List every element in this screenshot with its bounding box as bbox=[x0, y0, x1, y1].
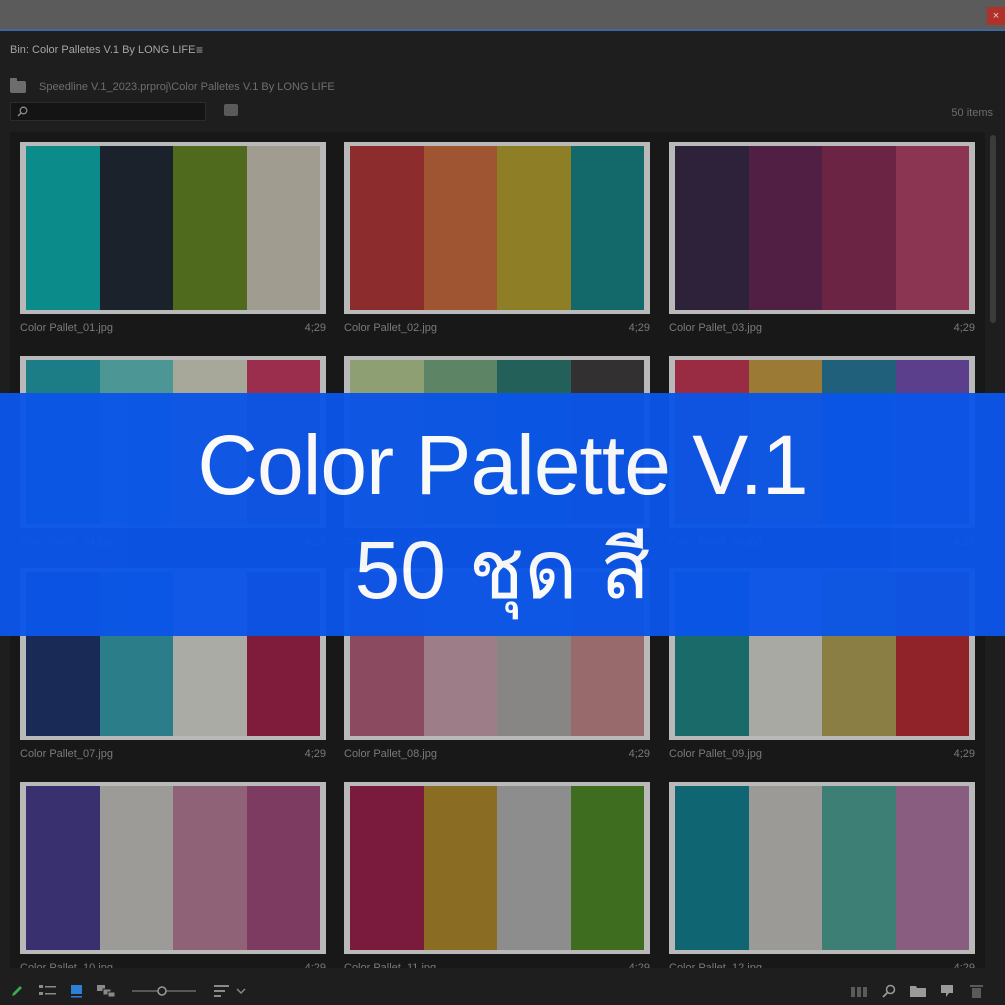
clip-tile[interactable]: Color Pallet_03.jpg 4;29 bbox=[669, 142, 975, 342]
color-swatch bbox=[173, 146, 247, 310]
clip-duration: 4;29 bbox=[953, 748, 975, 760]
clip-info: Color Pallet_02.jpg 4;29 bbox=[344, 322, 650, 342]
color-swatch bbox=[423, 786, 497, 950]
color-swatch bbox=[26, 786, 100, 950]
color-swatch bbox=[748, 146, 822, 310]
clip-name: Color Pallet_01.jpg bbox=[20, 322, 113, 334]
color-swatch bbox=[497, 146, 571, 310]
automate-icon[interactable] bbox=[850, 984, 868, 998]
new-item-icon[interactable] bbox=[940, 984, 954, 998]
color-swatch bbox=[246, 146, 320, 310]
freeform-view-icon[interactable] bbox=[96, 984, 116, 998]
search-input[interactable] bbox=[10, 102, 206, 121]
chevron-down-icon[interactable] bbox=[236, 984, 246, 998]
color-swatch bbox=[895, 786, 969, 950]
color-swatch bbox=[99, 146, 173, 310]
color-swatch bbox=[570, 786, 644, 950]
color-swatch bbox=[570, 146, 644, 310]
clip-info: Color Pallet_12.jpg 4;29 bbox=[669, 962, 975, 968]
clip-info: Color Pallet_10.jpg 4;29 bbox=[20, 962, 326, 968]
color-swatch bbox=[99, 786, 173, 950]
pencil-icon[interactable] bbox=[10, 984, 24, 998]
icon-view-icon[interactable] bbox=[70, 984, 84, 998]
color-swatch bbox=[895, 146, 969, 310]
clip-duration: 4;29 bbox=[304, 322, 326, 334]
clip-name: Color Pallet_10.jpg bbox=[20, 962, 113, 968]
hamburger-icon[interactable]: ≡ bbox=[196, 43, 203, 57]
scrollbar[interactable] bbox=[990, 135, 996, 323]
clip-thumbnail[interactable] bbox=[669, 142, 975, 314]
close-icon[interactable]: × bbox=[987, 7, 1005, 25]
banner-title: Color Palette V.1 bbox=[197, 418, 808, 512]
clip-info: Color Pallet_03.jpg 4;29 bbox=[669, 322, 975, 342]
new-bin-icon[interactable] bbox=[910, 984, 926, 998]
breadcrumb: Speedline V.1_2023.prproj\Color Palletes… bbox=[10, 78, 335, 95]
clip-tile[interactable]: Color Pallet_11.jpg 4;29 bbox=[344, 782, 650, 968]
clip-tile[interactable]: Color Pallet_12.jpg 4;29 bbox=[669, 782, 975, 968]
color-swatch bbox=[822, 146, 896, 310]
color-swatch bbox=[675, 786, 749, 950]
color-swatch bbox=[350, 786, 424, 950]
clip-thumbnail[interactable] bbox=[344, 142, 650, 314]
clip-thumbnail[interactable] bbox=[669, 782, 975, 954]
bin-title: Bin: Color Palletes V.1 By LONG LIFE bbox=[10, 44, 196, 56]
trash-icon[interactable] bbox=[970, 984, 983, 998]
clip-name: Color Pallet_03.jpg bbox=[669, 322, 762, 334]
color-swatch bbox=[246, 786, 320, 950]
clip-info: Color Pallet_07.jpg 4;29 bbox=[20, 748, 326, 768]
clip-name: Color Pallet_09.jpg bbox=[669, 748, 762, 760]
clip-name: Color Pallet_02.jpg bbox=[344, 322, 437, 334]
clip-duration: 4;29 bbox=[628, 962, 650, 968]
clip-name: Color Pallet_08.jpg bbox=[344, 748, 437, 760]
bottom-toolbar bbox=[0, 975, 1005, 1005]
list-view-icon[interactable] bbox=[39, 984, 57, 998]
clip-name: Color Pallet_11.jpg bbox=[344, 962, 437, 968]
clip-name: Color Pallet_12.jpg bbox=[669, 962, 762, 968]
clip-duration: 4;29 bbox=[628, 322, 650, 334]
zoom-slider[interactable] bbox=[132, 984, 196, 998]
color-swatch bbox=[173, 786, 247, 950]
clip-duration: 4;29 bbox=[953, 322, 975, 334]
sort-icon[interactable] bbox=[214, 984, 230, 998]
clip-duration: 4;29 bbox=[304, 962, 326, 968]
window-title-bar: × bbox=[0, 0, 1005, 31]
color-swatch bbox=[350, 146, 424, 310]
clip-duration: 4;29 bbox=[628, 748, 650, 760]
clip-info: Color Pallet_01.jpg 4;29 bbox=[20, 322, 326, 342]
banner-subtitle: 50 ชุด สี bbox=[354, 525, 651, 616]
clip-info: Color Pallet_11.jpg 4;29 bbox=[344, 962, 650, 968]
clip-info: Color Pallet_08.jpg 4;29 bbox=[344, 748, 650, 768]
clip-tile[interactable]: Color Pallet_02.jpg 4;29 bbox=[344, 142, 650, 342]
folder-up-icon[interactable] bbox=[10, 78, 26, 93]
clip-info: Color Pallet_09.jpg 4;29 bbox=[669, 748, 975, 768]
color-swatch bbox=[423, 146, 497, 310]
clip-duration: 4;29 bbox=[953, 962, 975, 968]
clip-thumbnail[interactable] bbox=[344, 782, 650, 954]
color-swatch bbox=[26, 146, 100, 310]
breadcrumb-path: Speedline V.1_2023.prproj\Color Palletes… bbox=[39, 81, 335, 93]
clip-duration: 4;29 bbox=[304, 748, 326, 760]
color-swatch bbox=[497, 786, 571, 950]
clip-tile[interactable]: Color Pallet_10.jpg 4;29 bbox=[20, 782, 326, 968]
clip-thumbnail[interactable] bbox=[20, 142, 326, 314]
find-icon[interactable] bbox=[882, 984, 896, 998]
clip-tile[interactable]: Color Pallet_01.jpg 4;29 bbox=[20, 142, 326, 342]
color-swatch bbox=[675, 146, 749, 310]
color-swatch bbox=[822, 786, 896, 950]
new-search-bin-icon[interactable] bbox=[224, 104, 238, 116]
promo-banner: Color Palette V.1 50 ชุด สี bbox=[0, 393, 1005, 636]
clip-thumbnail[interactable] bbox=[20, 782, 326, 954]
search-icon bbox=[17, 106, 28, 117]
clip-name: Color Pallet_07.jpg bbox=[20, 748, 113, 760]
item-count: 50 items bbox=[951, 107, 993, 119]
color-swatch bbox=[748, 786, 822, 950]
